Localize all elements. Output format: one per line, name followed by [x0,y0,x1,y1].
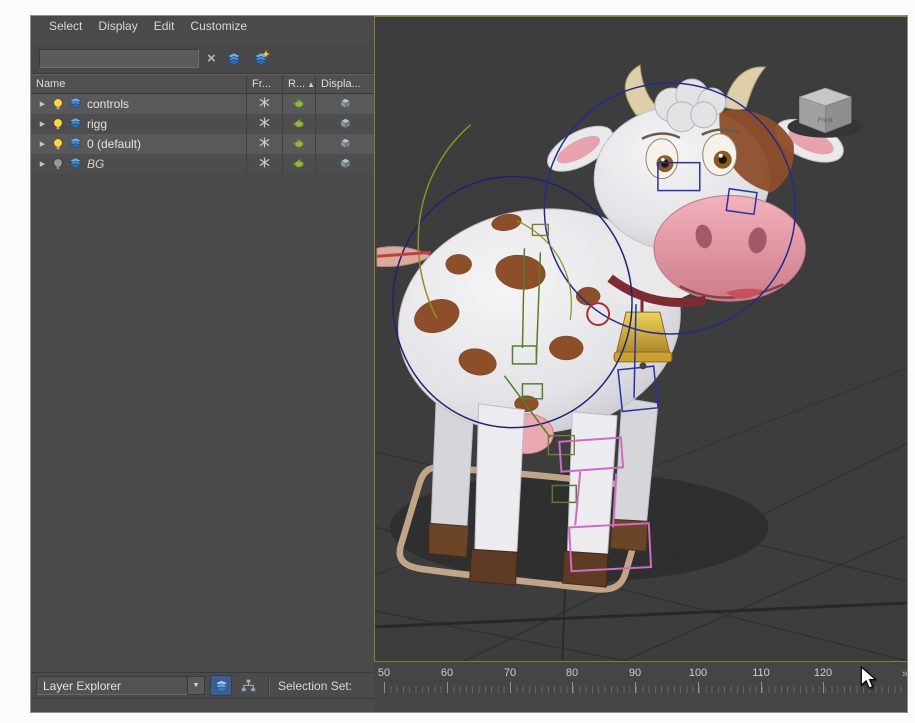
major-tick [761,682,762,693]
minor-ticks [384,686,905,693]
viewport-canvas[interactable]: Front [375,17,907,661]
sort-asc-icon: ▲ [307,79,316,89]
clear-search-icon[interactable]: × [207,51,216,66]
hierarchy-mode-button[interactable] [237,675,259,696]
table-row[interactable]: ▶ 0 (default) [31,134,374,154]
explorer-mode-value[interactable]: Layer Explorer [36,676,188,695]
layer-list: ▶ controls ▶ rigg ▶ 0 (default) ▶ BG [31,94,374,174]
layer-mode-button[interactable] [210,675,232,696]
major-tick [447,682,448,693]
statusbar-divider [268,676,269,695]
column-label: Name [36,78,66,90]
major-tick [510,682,511,693]
new-layer-icon[interactable] [252,48,272,68]
expand-arrow-icon[interactable]: ▶ [38,100,47,108]
display-box-icon[interactable] [339,157,352,172]
timeline-tick-label: 60 [440,667,454,679]
display-box-icon[interactable] [339,137,352,152]
display-box-icon[interactable] [339,97,352,112]
timeline-end-arrows-icon: » [901,668,907,680]
timeline-tick-label: 70 [503,667,517,679]
pick-layer-icon[interactable] [224,48,244,68]
timeline-tick-label: 100 [688,667,708,679]
layers-icon [69,97,82,112]
column-label: Displa... [321,78,361,90]
expand-arrow-icon[interactable]: ▶ [38,140,47,148]
column-header-render[interactable]: R... ▲ [283,75,316,93]
layer-name: BG [87,157,105,171]
renderable-teapot-icon[interactable] [291,137,306,152]
menu-bar: Select Display Edit Customize [31,16,374,43]
frozen-icon[interactable] [259,137,270,151]
layers-icon [69,137,82,152]
menu-display[interactable]: Display [98,19,137,43]
layers-icon [69,117,82,132]
column-header-name[interactable]: Name [31,75,247,93]
expand-arrow-icon[interactable]: ▶ [38,120,47,128]
major-tick [698,682,699,693]
layer-name: 0 (default) [87,137,142,151]
timeline-tick-label: 80 [565,667,579,679]
chevron-down-icon[interactable]: ▼ [188,676,205,695]
menu-select[interactable]: Select [49,19,82,43]
scene-explorer-window: Select Display Edit Customize × Name Fr.… [30,15,908,713]
column-label: R... [288,78,306,90]
layers-icon [69,157,82,172]
major-tick [635,682,636,693]
timeline-tick-label: 110 [752,667,770,679]
selection-set-label: Selection Set: [278,678,353,693]
column-label: Fr... [252,78,271,90]
layer-name: controls [87,97,130,111]
search-input[interactable] [39,48,199,68]
explorer-statusbar: Layer Explorer ▼ Selection Set: [31,672,374,699]
major-tick [384,682,385,693]
layers-icon [227,52,241,65]
time-slider-ruler[interactable]: 50 60 70 80 90 100 110 120 » [374,662,907,696]
table-row[interactable]: ▶ rigg [31,114,374,134]
hierarchy-icon [240,679,256,692]
timeline-tick-label: 120 [813,667,833,679]
bulb-off-icon[interactable] [52,158,64,170]
table-row[interactable]: ▶ BG [31,154,374,174]
menu-edit[interactable]: Edit [154,19,175,43]
bulb-on-icon[interactable] [52,118,64,130]
major-tick [823,682,824,693]
timeline-tick-label: 90 [628,667,642,679]
renderable-teapot-icon[interactable] [291,117,306,132]
layers-icon [214,679,228,692]
menu-customize[interactable]: Customize [190,19,247,43]
perspective-viewport[interactable]: Front [374,16,907,662]
major-tick [572,682,573,693]
table-header: Name Fr... R... ▲ Displa... [31,74,374,94]
table-row[interactable]: ▶ controls [31,94,374,114]
renderable-teapot-icon[interactable] [291,157,306,172]
layer-name: rigg [87,117,108,131]
explorer-mode-dropdown[interactable]: Layer Explorer ▼ [36,676,205,695]
search-row: × [31,43,374,74]
scene-explorer-panel: Select Display Edit Customize × Name Fr.… [31,16,374,712]
viewcube-label: Front [818,117,833,124]
mouse-cursor-icon [860,666,877,689]
column-header-frozen[interactable]: Fr... [247,75,283,93]
frozen-icon[interactable] [259,117,270,131]
expand-arrow-icon[interactable]: ▶ [38,160,47,168]
bulb-on-icon[interactable] [52,138,64,150]
frozen-icon[interactable] [259,157,270,171]
layers-star-icon [254,50,271,66]
bulb-on-icon[interactable] [52,98,64,110]
column-header-display[interactable]: Displa... [316,75,374,93]
renderable-teapot-icon[interactable] [291,97,306,112]
timeline-tick-label: 50 [377,667,391,679]
viewcube[interactable]: Front [787,87,864,138]
display-box-icon[interactable] [339,117,352,132]
frozen-icon[interactable] [259,97,270,111]
